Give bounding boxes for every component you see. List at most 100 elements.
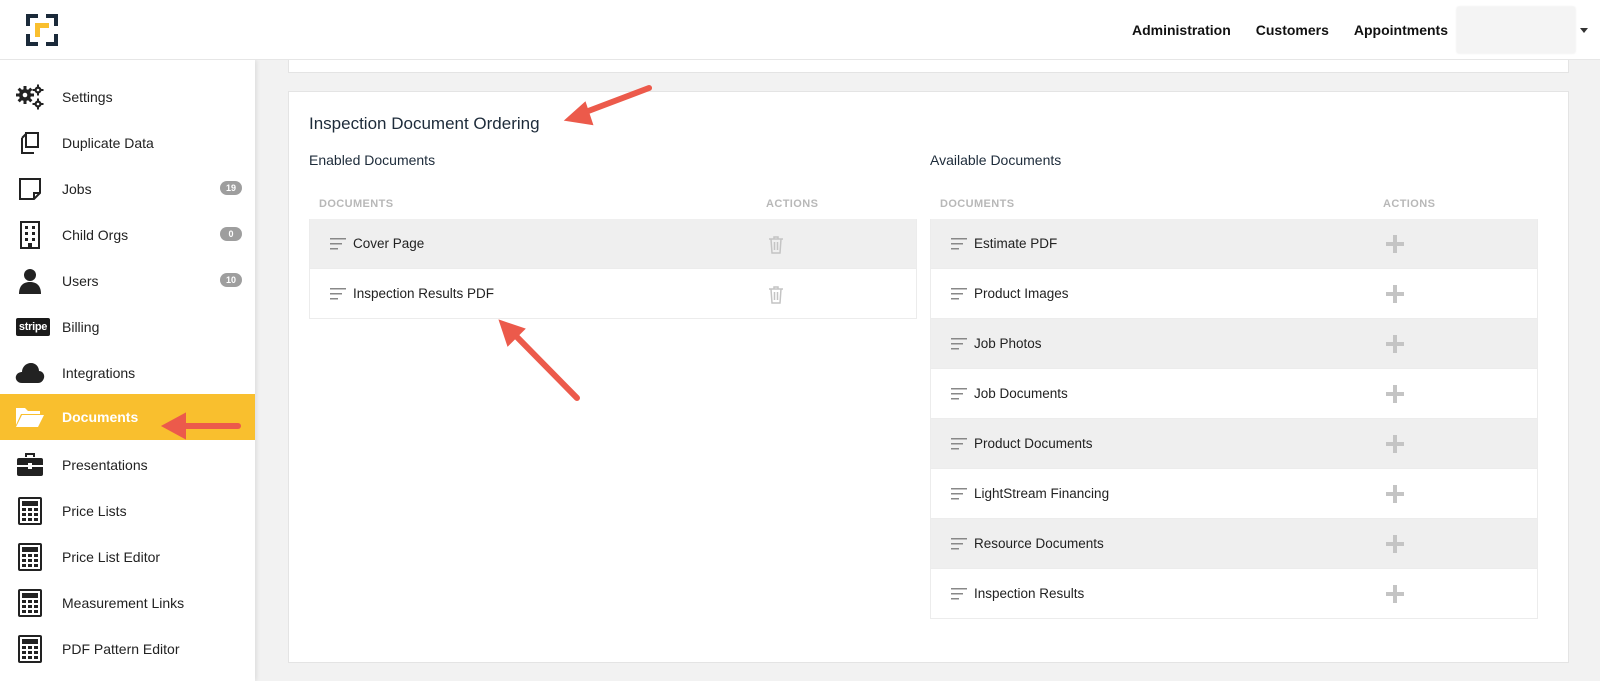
- sidebar-item-integrations[interactable]: Integrations: [0, 350, 255, 396]
- drag-handle-icon[interactable]: [330, 238, 346, 250]
- page-title: Inspection Document Ordering: [309, 114, 540, 133]
- child-orgs-count-badge: 0: [220, 227, 242, 241]
- top-navbar: Administration Customers Appointments: [0, 0, 1600, 60]
- plus-icon[interactable]: [1384, 583, 1406, 605]
- sidebar-item-label: Duplicate Data: [62, 135, 154, 151]
- table-row[interactable]: LightStream Financing: [930, 469, 1538, 519]
- sidebar: Settings Duplicate Data Jobs 19 Child Or…: [0, 60, 255, 681]
- sidebar-item-duplicate-data[interactable]: Duplicate Data: [0, 120, 255, 166]
- drag-handle-icon[interactable]: [951, 338, 967, 350]
- plus-icon[interactable]: [1384, 283, 1406, 305]
- sidebar-item-label: Child Orgs: [62, 227, 129, 243]
- sidebar-item-presentations[interactable]: Presentations: [0, 442, 255, 488]
- folder-open-icon: [15, 402, 45, 432]
- brand-logo[interactable]: [24, 12, 60, 48]
- sidebar-item-documents[interactable]: Documents: [0, 394, 255, 440]
- drag-handle-icon[interactable]: [951, 588, 967, 600]
- building-icon: [15, 220, 45, 250]
- gears-icon: [15, 82, 45, 112]
- user-menu[interactable]: [1456, 6, 1576, 54]
- calculator-icon: [15, 634, 45, 664]
- document-name: Inspection Results: [974, 586, 1085, 601]
- main-nav: Administration Customers Appointments: [1132, 0, 1600, 60]
- plus-icon[interactable]: [1384, 433, 1406, 455]
- table-row[interactable]: Product Documents: [930, 419, 1538, 469]
- available-documents-table: DOCUMENTS ACTIONS Estimate PDF Product I…: [930, 193, 1538, 619]
- table-row[interactable]: Product Images: [930, 269, 1538, 319]
- trash-icon[interactable]: [765, 283, 787, 305]
- calculator-icon: [15, 542, 45, 572]
- chevron-down-icon[interactable]: [1580, 27, 1588, 33]
- sidebar-item-jobs[interactable]: Jobs 19: [0, 166, 255, 212]
- available-documents-title: Available Documents: [930, 152, 1062, 168]
- document-name: Job Photos: [974, 336, 1042, 351]
- sidebar-item-price-lists[interactable]: Price Lists: [0, 488, 255, 534]
- sidebar-item-label: Users: [62, 273, 99, 289]
- sidebar-item-label: Price List Editor: [62, 549, 161, 565]
- drag-handle-icon[interactable]: [330, 288, 346, 300]
- column-header-actions: ACTIONS: [1383, 198, 1436, 210]
- table-row[interactable]: Job Photos: [930, 319, 1538, 369]
- table-row[interactable]: Cover Page: [309, 219, 917, 269]
- sidebar-item-child-orgs[interactable]: Child Orgs 0: [0, 212, 255, 258]
- column-header-documents: DOCUMENTS: [319, 198, 394, 210]
- plus-icon[interactable]: [1384, 533, 1406, 555]
- sidebar-item-label: Measurement Links: [62, 595, 185, 611]
- document-name: Product Images: [974, 286, 1069, 301]
- drag-handle-icon[interactable]: [951, 238, 967, 250]
- drag-handle-icon[interactable]: [951, 288, 967, 300]
- table-row[interactable]: Job Documents: [930, 369, 1538, 419]
- sidebar-item-label: Price Lists: [62, 503, 127, 519]
- nav-administration[interactable]: Administration: [1132, 22, 1231, 38]
- sidebar-item-label: Jobs: [62, 181, 92, 197]
- briefcase-icon: [15, 450, 45, 480]
- nav-customers[interactable]: Customers: [1256, 22, 1329, 38]
- sidebar-item-label: Documents: [62, 409, 139, 425]
- user-icon: [15, 266, 45, 296]
- sidebar-item-label: Billing: [62, 319, 100, 335]
- column-header-actions: ACTIONS: [766, 198, 819, 210]
- enabled-documents-title: Enabled Documents: [309, 152, 436, 168]
- plus-icon[interactable]: [1384, 383, 1406, 405]
- calculator-icon: [15, 588, 45, 618]
- sidebar-item-pdf-pattern-editor[interactable]: PDF Pattern Editor: [0, 626, 255, 672]
- sidebar-item-measurement-links[interactable]: Measurement Links: [0, 580, 255, 626]
- drag-handle-icon[interactable]: [951, 388, 967, 400]
- nav-appointments[interactable]: Appointments: [1354, 22, 1448, 38]
- drag-handle-icon[interactable]: [951, 488, 967, 500]
- enabled-documents-table: DOCUMENTS ACTIONS Cover Page Inspection …: [309, 193, 917, 319]
- cloud-icon: [15, 358, 45, 388]
- document-name: LightStream Financing: [974, 486, 1110, 501]
- stripe-icon: stripe: [15, 312, 51, 342]
- table-row[interactable]: Estimate PDF: [930, 219, 1538, 269]
- table-row[interactable]: Resource Documents: [930, 519, 1538, 569]
- table-row[interactable]: Inspection Results: [930, 569, 1538, 619]
- document-name: Product Documents: [974, 436, 1093, 451]
- plus-icon[interactable]: [1384, 483, 1406, 505]
- table-row[interactable]: Inspection Results PDF: [309, 269, 917, 319]
- sidebar-item-settings[interactable]: Settings: [0, 74, 255, 120]
- table-header: DOCUMENTS ACTIONS: [309, 193, 917, 219]
- plus-icon[interactable]: [1384, 333, 1406, 355]
- previous-card: [288, 60, 1569, 73]
- drag-handle-icon[interactable]: [951, 538, 967, 550]
- document-ordering-card: Inspection Document Ordering Enabled Doc…: [288, 91, 1569, 663]
- document-name: Job Documents: [974, 386, 1068, 401]
- sidebar-item-label: PDF Pattern Editor: [62, 641, 180, 657]
- sidebar-item-price-list-editor[interactable]: Price List Editor: [0, 534, 255, 580]
- calculator-icon: [15, 496, 45, 526]
- trash-icon[interactable]: [765, 233, 787, 255]
- note-icon: [15, 174, 45, 204]
- sidebar-item-billing[interactable]: stripe Billing: [0, 304, 255, 350]
- users-count-badge: 10: [220, 273, 242, 287]
- sidebar-item-label: Presentations: [62, 457, 148, 473]
- sidebar-item-label: Integrations: [62, 365, 136, 381]
- document-name: Estimate PDF: [974, 236, 1058, 251]
- sidebar-item-users[interactable]: Users 10: [0, 258, 255, 304]
- document-name: Cover Page: [353, 236, 425, 251]
- document-name: Inspection Results PDF: [353, 286, 495, 301]
- sidebar-item-label: Settings: [62, 89, 113, 105]
- drag-handle-icon[interactable]: [951, 438, 967, 450]
- plus-icon[interactable]: [1384, 233, 1406, 255]
- jobs-count-badge: 19: [220, 181, 242, 195]
